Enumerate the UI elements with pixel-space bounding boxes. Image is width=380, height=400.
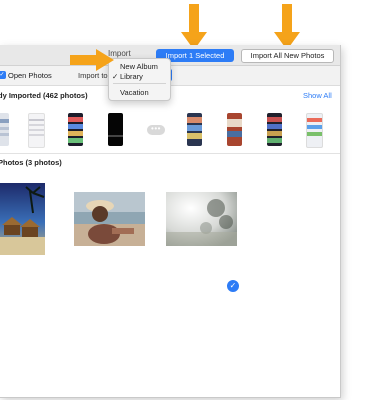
import-to-label: Import to <box>78 71 108 80</box>
imported-thumbnail[interactable] <box>68 113 83 146</box>
checkmark-icon: ✓ <box>112 72 119 81</box>
imported-thumbnail[interactable] <box>187 113 202 146</box>
imported-thumbnail[interactable] <box>108 113 123 146</box>
new-photo-dandelion-selected[interactable] <box>166 192 237 246</box>
already-imported-heading: dy Imported (462 photos) <box>0 91 88 100</box>
menu-item-new-album[interactable]: New Album <box>120 62 158 71</box>
imported-thumbnail[interactable] <box>306 113 323 148</box>
new-photos-heading: Photos (3 photos) <box>0 158 62 167</box>
open-photos-label: Open Photos <box>8 71 52 80</box>
section-divider <box>0 153 340 154</box>
menu-item-vacation[interactable]: Vacation <box>120 88 149 97</box>
more-icon[interactable]: ••• <box>147 125 165 135</box>
imported-thumbnail[interactable] <box>28 113 45 148</box>
new-photo-beach-huts[interactable] <box>0 183 45 255</box>
new-photo-woman-on-beach[interactable] <box>74 192 145 246</box>
imported-thumbnail[interactable] <box>267 113 282 146</box>
imported-thumbnail[interactable] <box>227 113 242 146</box>
imported-thumbnail[interactable] <box>0 113 9 146</box>
menu-item-library[interactable]: Library <box>120 72 143 81</box>
import-to-menu: New Album ✓ Library Vacation <box>108 58 171 101</box>
selected-checkmark-icon: ✓ <box>226 279 240 293</box>
arrow-to-menu <box>70 49 114 71</box>
menu-separator <box>113 83 166 84</box>
show-all-link[interactable]: Show All <box>303 91 332 100</box>
open-photos-checkbox[interactable]: ✓ <box>0 71 6 79</box>
import-all-new-photos-button[interactable]: Import All New Photos <box>241 49 334 63</box>
